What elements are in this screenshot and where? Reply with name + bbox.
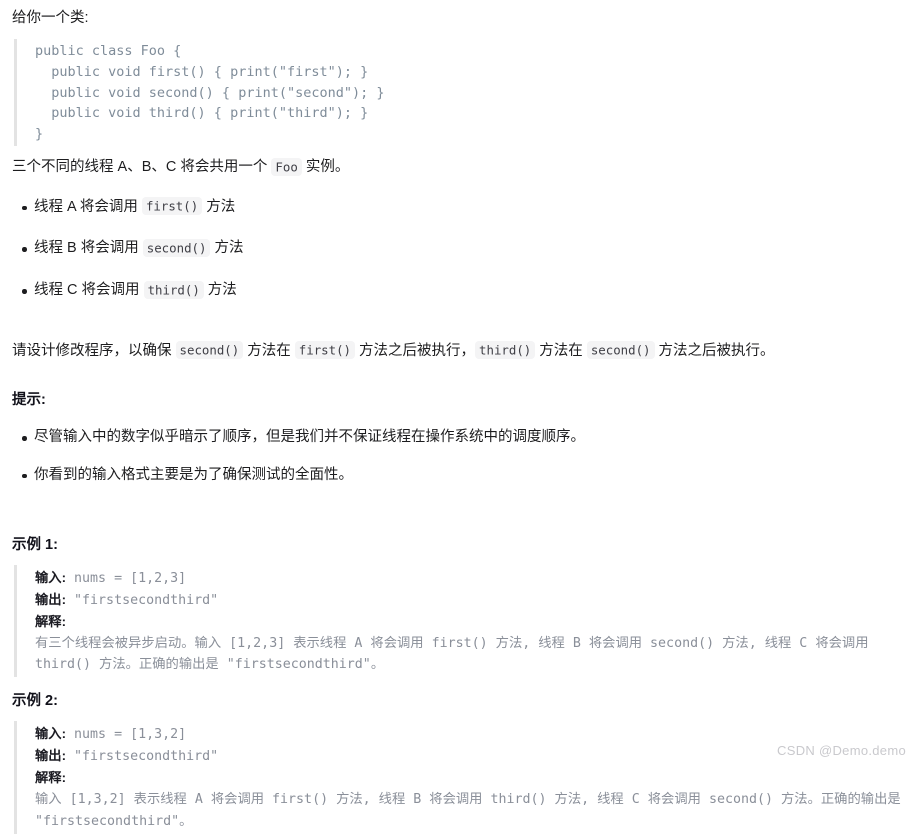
thread-item-after: 方法 xyxy=(202,198,236,215)
threads-intro-after: 实例。 xyxy=(301,159,350,176)
requirement-part-3: 方法之后被执行， xyxy=(355,342,476,359)
inline-code-third: third() xyxy=(475,341,536,360)
example-2-explain-body: 输入 [1,3,2] 表示线程 A 将会调用 first() 方法, 线程 B … xyxy=(35,792,901,829)
list-item: 你看到的输入格式主要是为了确保测试的全面性。 xyxy=(10,465,908,487)
class-code-block: public class Foo { public void first() {… xyxy=(14,39,908,147)
example-1-output-value: "firstsecondthird" xyxy=(66,592,219,608)
class-code-text: public class Foo { public void first() {… xyxy=(35,43,385,142)
requirement-part-5: 方法之后被执行。 xyxy=(654,342,775,359)
list-item: 尽管输入中的数字似乎暗示了顺序，但是我们并不保证线程在操作系统中的调度顺序。 xyxy=(10,427,908,449)
inline-code-foo: Foo xyxy=(271,157,302,176)
inline-code-second: second() xyxy=(586,341,655,360)
inline-code-first: first() xyxy=(294,341,355,360)
csdn-watermark: CSDN @Demo.demo xyxy=(777,743,906,758)
thread-item-after: 方法 xyxy=(210,240,244,257)
example-2-input-value: nums = [1,3,2] xyxy=(66,727,187,743)
threads-intro-before: 三个不同的线程 A、B、C 将会共用一个 xyxy=(12,159,272,176)
thread-item-after: 方法 xyxy=(203,282,237,299)
requirement-text: 请设计修改程序，以确保 second() 方法在 first() 方法之后被执行… xyxy=(12,340,908,362)
example-2-output-label: 输出: xyxy=(35,748,67,764)
example-1-explain-body: 有三个线程会被异步启动。输入 [1,2,3] 表示线程 A 将会调用 first… xyxy=(35,635,869,672)
requirement-part-4: 方法在 xyxy=(535,342,587,359)
thread-item-before: 线程 A 将会调用 xyxy=(34,198,142,215)
hints-list: 尽管输入中的数字似乎暗示了顺序，但是我们并不保证线程在操作系统中的调度顺序。 你… xyxy=(10,427,908,487)
example-1-heading: 示例 1: xyxy=(12,536,58,553)
example-2-block: 输入: nums = [1,3,2] 输出: "firstsecondthird… xyxy=(14,721,908,834)
example-2-heading: 示例 2: xyxy=(12,693,58,710)
inline-code-second: second() xyxy=(175,341,244,360)
inline-code-third: third() xyxy=(143,280,204,299)
example-2-input-label: 输入: xyxy=(35,726,67,742)
thread-item-before: 线程 B 将会调用 xyxy=(34,240,143,257)
hints-heading: 提示: xyxy=(12,392,46,409)
example-2-explain-line: 解释: xyxy=(35,767,908,789)
list-item: 线程 A 将会调用 first() 方法 xyxy=(10,197,908,219)
inline-code-second: second() xyxy=(142,238,211,257)
problem-description-page: 给你一个类: public class Foo { public void fi… xyxy=(0,0,918,834)
example-1-input-value: nums = [1,2,3] xyxy=(66,570,187,586)
requirement-part-2: 方法在 xyxy=(243,342,295,359)
example-2-output-value: "firstsecondthird" xyxy=(66,749,219,765)
example-2-explain-label: 解释: xyxy=(35,770,67,786)
thread-item-before: 线程 C 将会调用 xyxy=(34,282,144,299)
example-1-explain-line: 解释: xyxy=(35,611,908,633)
list-item: 线程 C 将会调用 third() 方法 xyxy=(10,280,908,302)
example-1-explain-label: 解释: xyxy=(35,613,67,629)
example-1-input-label: 输入: xyxy=(35,569,67,585)
requirement-part-1: 请设计修改程序，以确保 xyxy=(12,342,176,359)
example-2-input-line: 输入: nums = [1,3,2] xyxy=(35,723,908,745)
thread-method-list: 线程 A 将会调用 first() 方法 线程 B 将会调用 second() … xyxy=(10,197,908,302)
intro-lead-text: 给你一个类: xyxy=(12,10,89,26)
example-1-output-label: 输出: xyxy=(35,591,67,607)
inline-code-first: first() xyxy=(141,197,203,216)
threads-intro-text: 三个不同的线程 A、B、C 将会共用一个 Foo 实例。 xyxy=(12,156,908,178)
example-1-output-line: 输出: "firstsecondthird" xyxy=(35,589,908,611)
example-1-input-line: 输入: nums = [1,2,3] xyxy=(35,567,908,589)
list-item: 线程 B 将会调用 second() 方法 xyxy=(10,238,908,260)
example-1-block: 输入: nums = [1,2,3] 输出: "firstsecondthird… xyxy=(14,564,908,678)
